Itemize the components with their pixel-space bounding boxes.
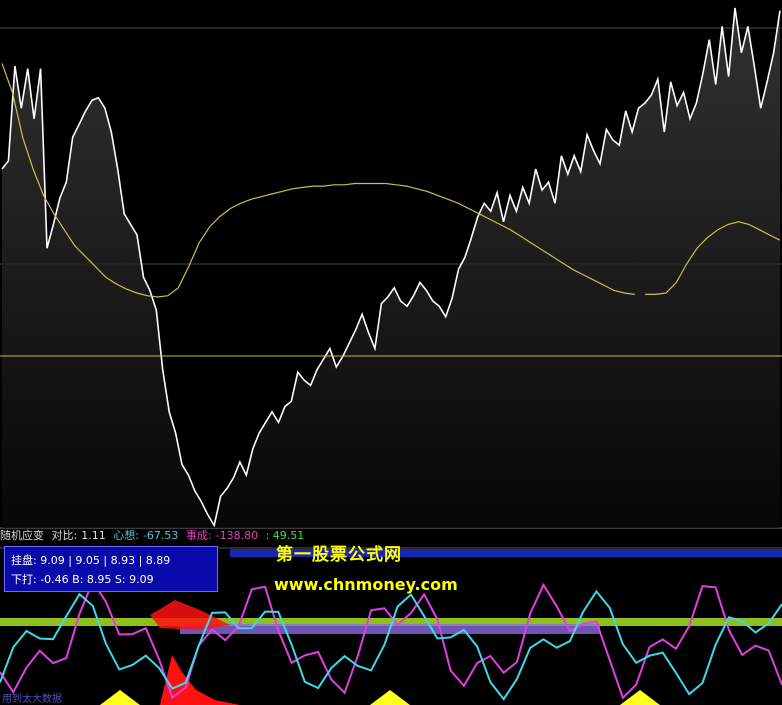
order-info-line2: 下打: -0.46 B: 8.95 S: 9.09 xyxy=(11,573,154,586)
xin-label: 心想: xyxy=(113,529,139,542)
cyan-line xyxy=(0,589,782,701)
footer-text: 用到太大数据 xyxy=(2,694,62,705)
price-area xyxy=(2,7,780,528)
indicator-name: 随机应变 xyxy=(0,529,44,542)
watermark-title: 第一股票公式网 xyxy=(276,545,402,565)
order-info-line1: 挂盘: 9.09 | 9.05 | 8.93 | 8.89 xyxy=(11,554,171,567)
ratio-value: 1.11 xyxy=(81,529,106,542)
xin-value: -67.53 xyxy=(142,529,179,542)
shi-label: 事成: xyxy=(185,529,212,542)
yellow-fill-1 xyxy=(370,690,410,705)
yellow-fill-2 xyxy=(620,690,660,705)
magenta-line xyxy=(0,579,782,700)
indicator-title-bar: 随机应变 对比: 1.11 心想: -67.53 事成: -138.80 : 49.5… xyxy=(0,528,520,544)
shi-value: -138.80 xyxy=(215,529,259,542)
watermark-url: www.chnmoney.com xyxy=(274,575,458,594)
red-wedge xyxy=(150,600,230,630)
ratio-label: 对比: xyxy=(51,529,78,542)
order-info-box: 挂盘: 9.09 | 9.05 | 8.93 | 8.89 下打: -0.46 … xyxy=(4,546,218,592)
yellow-fill-0 xyxy=(100,690,140,705)
intraday-chart xyxy=(0,7,782,705)
